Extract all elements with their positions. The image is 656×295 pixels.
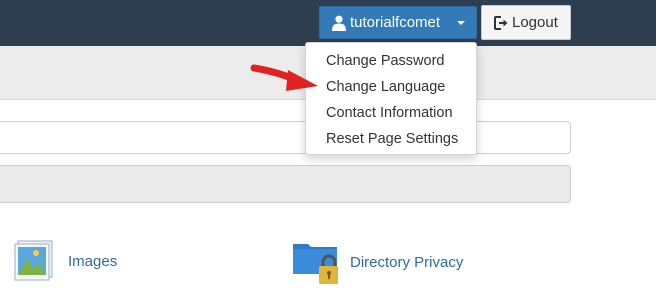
user-icon xyxy=(332,15,346,31)
logout-label: Logout xyxy=(512,14,558,31)
tool-images-label: Images xyxy=(68,252,118,270)
folder-lock-icon xyxy=(293,244,338,284)
red-arrow-annotation xyxy=(250,64,318,91)
menu-item-change-password[interactable]: Change Password xyxy=(306,48,476,74)
user-dropdown-menu: Change Password Change Language Contact … xyxy=(305,42,477,155)
tool-directory-privacy[interactable]: Directory Privacy xyxy=(292,238,463,286)
menu-item-reset-page-settings[interactable]: Reset Page Settings xyxy=(306,126,476,152)
logout-button[interactable]: Logout xyxy=(481,5,571,40)
tool-directory-privacy-label: Directory Privacy xyxy=(350,253,464,271)
user-menu-button[interactable]: tutorialfcomet xyxy=(319,6,477,39)
tool-images[interactable]: Images xyxy=(12,239,117,283)
disabled-field[interactable] xyxy=(0,165,571,203)
logout-icon xyxy=(494,15,508,30)
text-field[interactable] xyxy=(0,121,571,154)
menu-item-contact-information[interactable]: Contact Information xyxy=(306,100,476,126)
top-navbar: tutorialfcomet Logout xyxy=(0,0,656,46)
menu-item-change-language[interactable]: Change Language xyxy=(306,74,476,100)
username-label: tutorialfcomet xyxy=(350,14,441,31)
images-icon xyxy=(14,240,53,281)
chevron-down-icon xyxy=(457,21,465,25)
